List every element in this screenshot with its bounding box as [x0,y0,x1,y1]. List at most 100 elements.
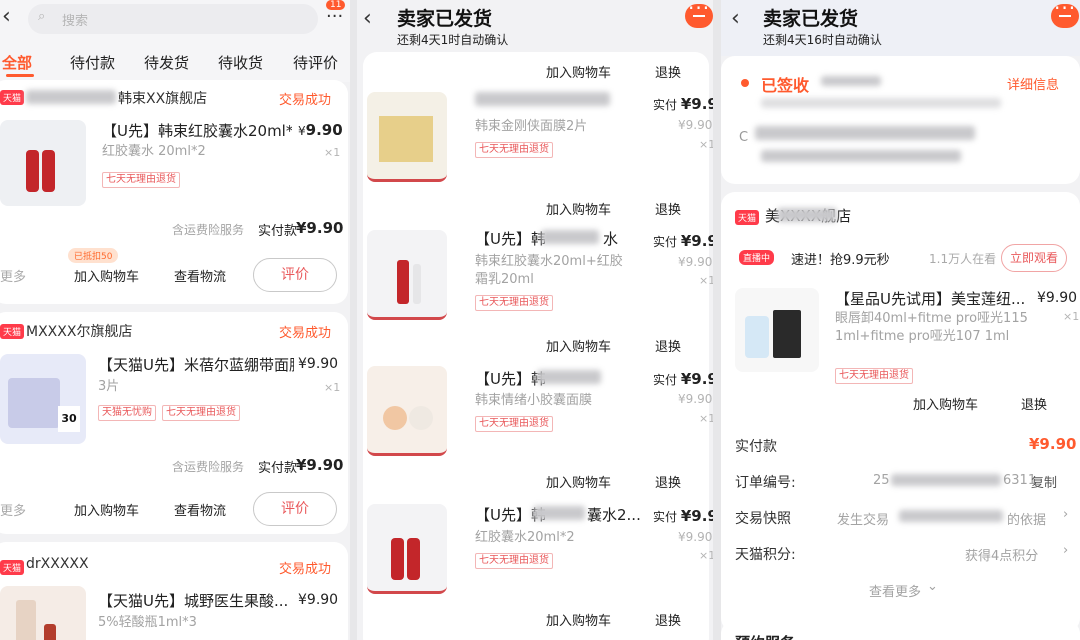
chat-icon[interactable]: ··· [1051,0,1079,28]
shop-name-blurred [777,208,837,222]
return-tag: 七天无理由退货 [102,172,180,188]
product-image[interactable] [735,288,819,372]
snapshot-value-tail[interactable]: 的依据 [1007,509,1046,528]
return-tag: 七天无理由退货 [475,295,553,311]
return-tag: 七天无理由退货 [475,416,553,432]
product-spec: 韩束情绪小胶囊面膜 [475,393,593,408]
view-logistics-button[interactable]: 查看物流 [174,266,226,285]
product-image[interactable] [367,366,447,456]
add-to-cart-button[interactable]: 加入购物车 [546,199,611,218]
product-qty: ×1 [324,381,341,394]
product-image[interactable] [367,230,447,320]
points-value: 获得4点积分 [965,549,1039,564]
product-title[interactable]: 【星品U先试用】美宝莲纽... [835,288,1025,309]
shop-name[interactable]: 韩束XX旗舰店 [118,88,207,108]
address-line2-blurred [761,150,961,162]
paid-price: 实付 ¥9.90 [653,95,713,113]
product-image[interactable] [0,586,86,640]
product-title[interactable]: 【天猫U先】城野医生果酸... [98,590,294,611]
more-link[interactable]: 更多 [0,500,26,519]
product-spec: 韩束金刚侠面膜2片 [475,119,588,134]
tab-pending-receipt[interactable]: 待收货 [218,52,263,73]
watch-now-button[interactable]: 立即观看 [1001,244,1067,272]
add-to-cart-button[interactable]: 加入购物车 [546,610,611,629]
add-to-cart-button[interactable]: 加入购物车 [74,500,139,519]
order-card: 天猫 韩束XX旗舰店 交易成功 【U先】韩束红胶囊水20ml*... ¥9.90… [0,80,348,304]
chat-icon[interactable]: ··· [685,0,713,28]
product-spec: 5%轻酸瓶1ml*3 [98,615,197,630]
add-to-cart-button[interactable]: 加入购物车 [546,336,611,355]
product-spec: 红胶囊水 20ml*2 [102,144,206,159]
return-tag: 七天无理由退货 [162,405,240,421]
copy-button[interactable]: 复制 [1031,472,1057,491]
tmall-icon: 天猫 [735,210,760,225]
return-exchange-button[interactable]: 退换 [1021,394,1047,413]
auto-confirm-countdown: 还剩4天16时自动确认 [763,33,882,47]
tab-indicator [6,74,34,77]
product-title[interactable]: 【U先】韩 [475,228,545,249]
shop-name[interactable]: drXXXXX [26,556,89,572]
product-price: ¥9.90 [298,592,339,608]
product-spec: 3片 [98,379,120,394]
add-to-cart-button[interactable]: 加入购物车 [913,394,978,413]
order-status: 交易成功 [279,93,332,108]
service-card: 预约服务 [721,620,1080,640]
product-price: ¥9.90 [1037,290,1078,306]
return-tag: 七天无理由退货 [475,553,553,569]
fee-service: 含运费险服务 [172,223,245,237]
logistics-card[interactable]: 已签收 详细信息 C [721,56,1080,184]
return-exchange-button[interactable]: 退换 [655,62,681,81]
live-promo-text[interactable]: 速进！抢9.9元秒 [791,249,890,268]
product-image[interactable]: 30 [0,354,86,444]
product-title[interactable]: 【U先】韩束红胶囊水20ml*... [102,120,292,141]
tmall-icon: 天猫 [0,560,25,575]
chevron-down-icon[interactable]: ⌄ [927,579,938,594]
original-price: ¥9.90 [678,118,713,132]
tab-pending-payment[interactable]: 待付款 [70,52,115,73]
order-number-blurred [891,474,1001,486]
return-exchange-button[interactable]: 退换 [655,336,681,355]
review-button[interactable]: 评价 [253,492,337,526]
details-link[interactable]: 详细信息 [1007,74,1059,93]
back-arrow-icon[interactable]: ‹ [363,6,372,31]
chevron-right-icon[interactable]: › [1063,543,1068,558]
return-exchange-button[interactable]: 退换 [655,472,681,491]
add-to-cart-button[interactable]: 加入购物车 [74,266,139,285]
more-link[interactable]: 更多 [0,266,26,285]
message-badge: 11 [326,0,346,10]
review-button[interactable]: 评价 [253,258,337,292]
return-exchange-button[interactable]: 退换 [655,199,681,218]
product-image[interactable] [0,120,86,206]
back-arrow-icon[interactable]: ‹ [2,4,11,29]
product-spec: 红胶囊水20ml*2 [475,530,575,545]
add-to-cart-button[interactable]: 加入购物车 [546,472,611,491]
product-image[interactable] [367,504,447,594]
status-dot [741,79,749,87]
shop-name[interactable]: MXXXX尔旗舰店 [26,321,132,341]
order-detail-panel-2: ‹ 卖家已发货 还剩4天16时自动确认 ··· 已签收 详细信息 C 天猫 美X… [721,0,1080,640]
order-number-prefix: 25 [873,473,890,488]
auto-confirm-countdown: 还剩4天1时自动确认 [397,33,509,47]
tab-all[interactable]: 全部 [2,52,32,73]
view-logistics-button[interactable]: 查看物流 [174,500,226,519]
product-title-tail: 水 [603,230,619,248]
product-image[interactable] [367,92,447,182]
appointment-service-title: 预约服务 [735,632,795,640]
view-more-link[interactable]: 查看更多 [869,581,921,600]
snapshot-blurred [899,510,1003,522]
tab-pending-shipment[interactable]: 待发货 [144,52,189,73]
back-arrow-icon[interactable]: ‹ [731,6,740,31]
return-exchange-button[interactable]: 退换 [655,610,681,629]
paid-price: 实付 ¥9.90 [653,370,713,388]
add-to-cart-button[interactable]: 加入购物车 [546,62,611,81]
product-qty: ×1 [324,146,341,159]
snapshot-value: 发生交易 [837,513,890,528]
search-input[interactable]: ⌕ 搜索 [28,4,318,34]
paid-label: 实付款 [735,439,777,455]
chevron-right-icon[interactable]: › [1063,507,1068,522]
tmall-guarantee-tag: 天猫无忧购 [98,405,156,421]
product-title[interactable]: 【天猫U先】米蓓尔蓝绷带面膜... [98,354,294,375]
product-title[interactable]: 【U先】韩 [475,368,545,389]
tab-pending-review[interactable]: 待评价 [293,52,338,73]
coupon-badge: 已抵扣50 [68,248,119,263]
